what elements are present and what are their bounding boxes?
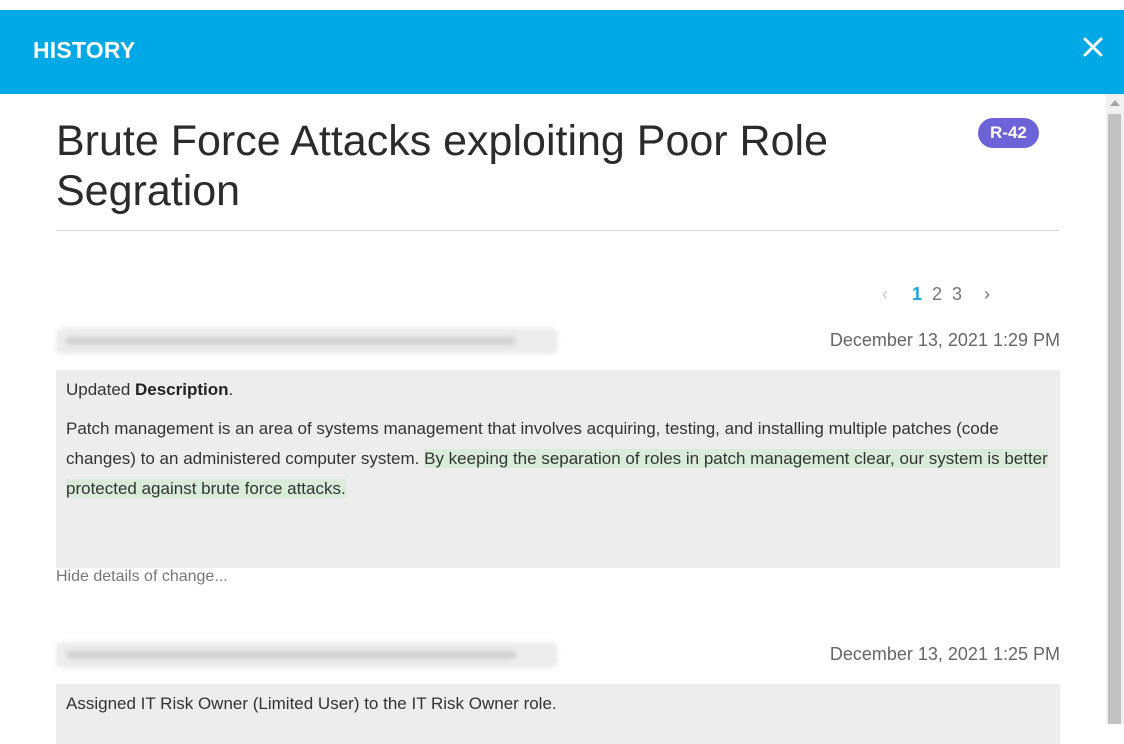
change-details: Updated Description. Patch management is… — [56, 370, 1060, 568]
close-icon[interactable] — [1080, 34, 1106, 60]
change-summary: Updated Description. — [66, 380, 1050, 400]
next-page-button[interactable]: › — [984, 284, 990, 305]
changed-field-name: Description — [135, 380, 229, 399]
scroll-thumb[interactable] — [1108, 114, 1121, 724]
change-details: Assigned IT Risk Owner (Limited User) to… — [56, 684, 1060, 744]
previous-page-button[interactable]: ‹ — [882, 284, 888, 305]
user-email-redacted — [56, 328, 558, 354]
pagination: ‹ 1 2 3 › — [882, 282, 990, 306]
scrollbar[interactable] — [1106, 94, 1124, 724]
user-email-redacted — [56, 642, 558, 668]
record-id-badge: R-42 — [978, 118, 1039, 148]
entry-timestamp: December 13, 2021 1:25 PM — [829, 644, 1060, 664]
change-summary: Assigned IT Risk Owner (Limited User) to… — [66, 694, 557, 713]
entry-timestamp: December 13, 2021 1:29 PM — [829, 330, 1060, 350]
page-1-button[interactable]: 1 — [912, 284, 922, 305]
modal-header: HISTORY — [0, 0, 1124, 94]
title-divider — [56, 230, 1059, 231]
record-title: Brute Force Attacks exploiting Poor Role… — [56, 117, 828, 215]
page-2-button[interactable]: 2 — [932, 284, 942, 305]
description-diff: Patch management is an area of systems m… — [66, 414, 1050, 504]
hide-details-link[interactable]: Hide details of change... — [56, 568, 228, 586]
modal-title: HISTORY — [33, 37, 136, 63]
change-summary-suffix: . — [228, 380, 234, 399]
change-summary-prefix: Updated — [66, 380, 135, 399]
page-3-button[interactable]: 3 — [952, 284, 962, 305]
scroll-up-arrow-icon[interactable] — [1110, 100, 1120, 106]
